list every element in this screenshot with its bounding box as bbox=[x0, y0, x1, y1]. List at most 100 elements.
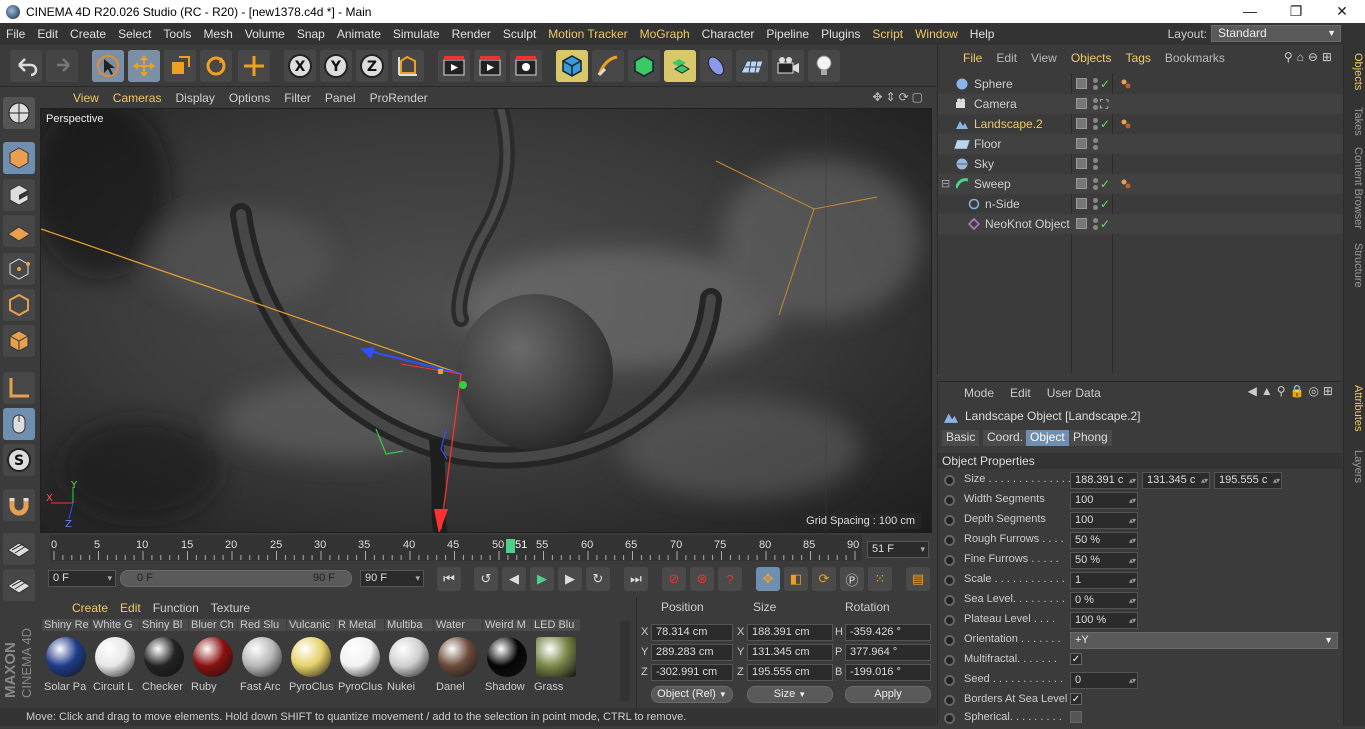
move-tool-button[interactable] bbox=[128, 50, 160, 82]
minimize-button[interactable]: — bbox=[1227, 0, 1273, 23]
enabled-check-icon[interactable]: ✓ bbox=[1100, 174, 1110, 194]
live-selection-button[interactable] bbox=[92, 50, 124, 82]
material-swatch[interactable]: White G Circuit L bbox=[91, 619, 139, 699]
key-rotation-button[interactable]: ⟳ bbox=[812, 567, 836, 591]
editor-visibility-dot[interactable] bbox=[1093, 118, 1098, 123]
pen-spline-button[interactable] bbox=[592, 50, 624, 82]
side-tab-attributes[interactable]: Attributes bbox=[1346, 385, 1364, 431]
array-generator-button[interactable] bbox=[664, 50, 696, 82]
menu-plugins[interactable]: Plugins bbox=[815, 27, 866, 41]
plateau-level-input[interactable]: 100 % bbox=[1070, 612, 1138, 629]
viewport-navigation-icons[interactable]: ✥⇕⟳▢ bbox=[872, 90, 926, 104]
solo-mode-button[interactable]: S bbox=[3, 444, 35, 476]
viewport-menu-filter[interactable]: Filter bbox=[277, 91, 318, 105]
object-row-floor[interactable]: Floor bbox=[938, 134, 1344, 154]
object-row-nside[interactable]: n-Side ✓ bbox=[938, 194, 1344, 214]
layer-swatch[interactable] bbox=[1076, 98, 1087, 109]
autokeying-button[interactable]: ⊛ bbox=[690, 567, 714, 591]
keyframe-selection-button[interactable]: ? bbox=[718, 567, 742, 591]
layer-swatch[interactable] bbox=[1076, 158, 1087, 169]
workplane-mode-button[interactable] bbox=[3, 215, 35, 247]
animate-radio[interactable] bbox=[944, 495, 955, 506]
menu-pipeline[interactable]: Pipeline bbox=[760, 27, 815, 41]
texture-tag-icon[interactable] bbox=[1121, 79, 1131, 89]
objmgr-menu-bookmarks[interactable]: Bookmarks bbox=[1158, 51, 1232, 65]
key-parameter-button[interactable]: Ⓟ bbox=[840, 567, 864, 591]
menu-tools[interactable]: Tools bbox=[157, 27, 197, 41]
object-row-sky[interactable]: Sky bbox=[938, 154, 1344, 174]
key-position-button[interactable]: ✥ bbox=[756, 567, 780, 591]
object-row-camera[interactable]: Camera ⛶ bbox=[938, 94, 1344, 114]
render-visibility-dot[interactable] bbox=[1093, 185, 1098, 190]
camera-target-icon[interactable]: ⛶ bbox=[1100, 94, 1108, 114]
animate-radio[interactable] bbox=[944, 555, 955, 566]
deformer-button[interactable] bbox=[700, 50, 732, 82]
orientation-dropdown[interactable]: +Y ▼ bbox=[1070, 632, 1338, 649]
material-menu-create[interactable]: Create bbox=[66, 601, 114, 615]
lock-y-axis-button[interactable]: Y bbox=[320, 50, 352, 82]
current-frame-marker[interactable]: 51 bbox=[515, 539, 527, 551]
render-visibility-dot[interactable] bbox=[1093, 165, 1098, 170]
editor-visibility-dot[interactable] bbox=[1093, 98, 1098, 103]
viewport-menu-cameras[interactable]: Cameras bbox=[106, 91, 169, 105]
layout-select[interactable]: Standard ▼ bbox=[1211, 25, 1341, 42]
rot-h-field[interactable]: -359.426 ° bbox=[845, 624, 931, 641]
render-visibility-dot[interactable] bbox=[1093, 85, 1098, 90]
go-to-start-button[interactable]: ⏮ bbox=[437, 567, 461, 591]
objmgr-menu-objects[interactable]: Objects bbox=[1064, 51, 1119, 65]
texture-tag-icon[interactable] bbox=[1121, 119, 1131, 129]
attr-nav-icons[interactable]: ◀▲⚲🔒◎⊞ bbox=[1248, 384, 1337, 398]
animate-radio[interactable] bbox=[944, 535, 955, 546]
animate-radio[interactable] bbox=[944, 575, 955, 586]
size-z-field[interactable]: 195.555 cm bbox=[747, 664, 833, 681]
viewport-menu-panel[interactable]: Panel bbox=[318, 91, 363, 105]
editor-visibility-dot[interactable] bbox=[1093, 138, 1098, 143]
texture-mode-button[interactable] bbox=[3, 179, 35, 211]
layer-swatch[interactable] bbox=[1076, 78, 1087, 89]
record-keys-button[interactable]: ⊘ bbox=[662, 567, 686, 591]
render-visibility-dot[interactable] bbox=[1093, 125, 1098, 130]
viewport-menu-display[interactable]: Display bbox=[168, 91, 221, 105]
menu-sculpt[interactable]: Sculpt bbox=[497, 27, 542, 41]
spherical-checkbox[interactable] bbox=[1070, 711, 1082, 723]
close-button[interactable]: ✕ bbox=[1319, 0, 1365, 23]
menu-render[interactable]: Render bbox=[446, 27, 497, 41]
layer-swatch[interactable] bbox=[1076, 118, 1087, 129]
preview-range-slider[interactable]: 0 F 90 F bbox=[120, 570, 352, 587]
apply-button[interactable]: Apply bbox=[845, 686, 931, 703]
snap-button[interactable] bbox=[3, 489, 35, 521]
material-swatch[interactable]: Multiba Nukei bbox=[385, 619, 433, 699]
coordinate-system-button[interactable] bbox=[392, 50, 424, 82]
size-y-field[interactable]: 131.345 cm bbox=[747, 644, 833, 661]
objmgr-menu-edit[interactable]: Edit bbox=[989, 51, 1024, 65]
pos-y-field[interactable]: 289.283 cm bbox=[651, 644, 733, 661]
locked-workplane-button[interactable] bbox=[3, 533, 35, 565]
menu-motion-tracker[interactable]: Motion Tracker bbox=[542, 27, 633, 41]
previous-frame-button[interactable]: ◀ bbox=[502, 567, 526, 591]
render-view-button[interactable] bbox=[438, 50, 470, 82]
undo-button[interactable] bbox=[10, 50, 42, 82]
menu-window[interactable]: Window bbox=[909, 27, 964, 41]
max-time-field[interactable]: 90 F bbox=[360, 570, 424, 587]
recent-tools-button[interactable] bbox=[238, 50, 270, 82]
object-row-sphere[interactable]: Sphere ✓ bbox=[938, 74, 1344, 94]
timeline-window-button[interactable]: ▤ bbox=[906, 567, 930, 591]
animate-radio[interactable] bbox=[944, 675, 955, 686]
polygons-mode-button[interactable] bbox=[3, 325, 35, 357]
enabled-check-icon[interactable]: ✓ bbox=[1100, 214, 1110, 234]
material-swatch[interactable]: Shiny Bl Checker bbox=[140, 619, 188, 699]
size-x-input[interactable]: 188.391 c bbox=[1070, 472, 1138, 489]
editor-visibility-dot[interactable] bbox=[1093, 178, 1098, 183]
search-home-icons[interactable]: ⚲⌂⊖⊞ bbox=[1284, 50, 1336, 64]
menu-animate[interactable]: Animate bbox=[331, 27, 387, 41]
rot-b-field[interactable]: -199.016 ° bbox=[845, 664, 931, 681]
light-object-button[interactable] bbox=[808, 50, 840, 82]
object-row-neoknot[interactable]: NeoKnot Object ✓ bbox=[938, 214, 1344, 234]
next-frame-button[interactable]: ▶ bbox=[558, 567, 582, 591]
lock-x-axis-button[interactable]: X bbox=[284, 50, 316, 82]
key-scale-button[interactable]: ◧ bbox=[784, 567, 808, 591]
layer-swatch[interactable] bbox=[1076, 178, 1087, 189]
attr-menu-edit[interactable]: Edit bbox=[1002, 386, 1039, 400]
material-menu-edit[interactable]: Edit bbox=[114, 601, 147, 615]
lock-z-axis-button[interactable]: Z bbox=[356, 50, 388, 82]
